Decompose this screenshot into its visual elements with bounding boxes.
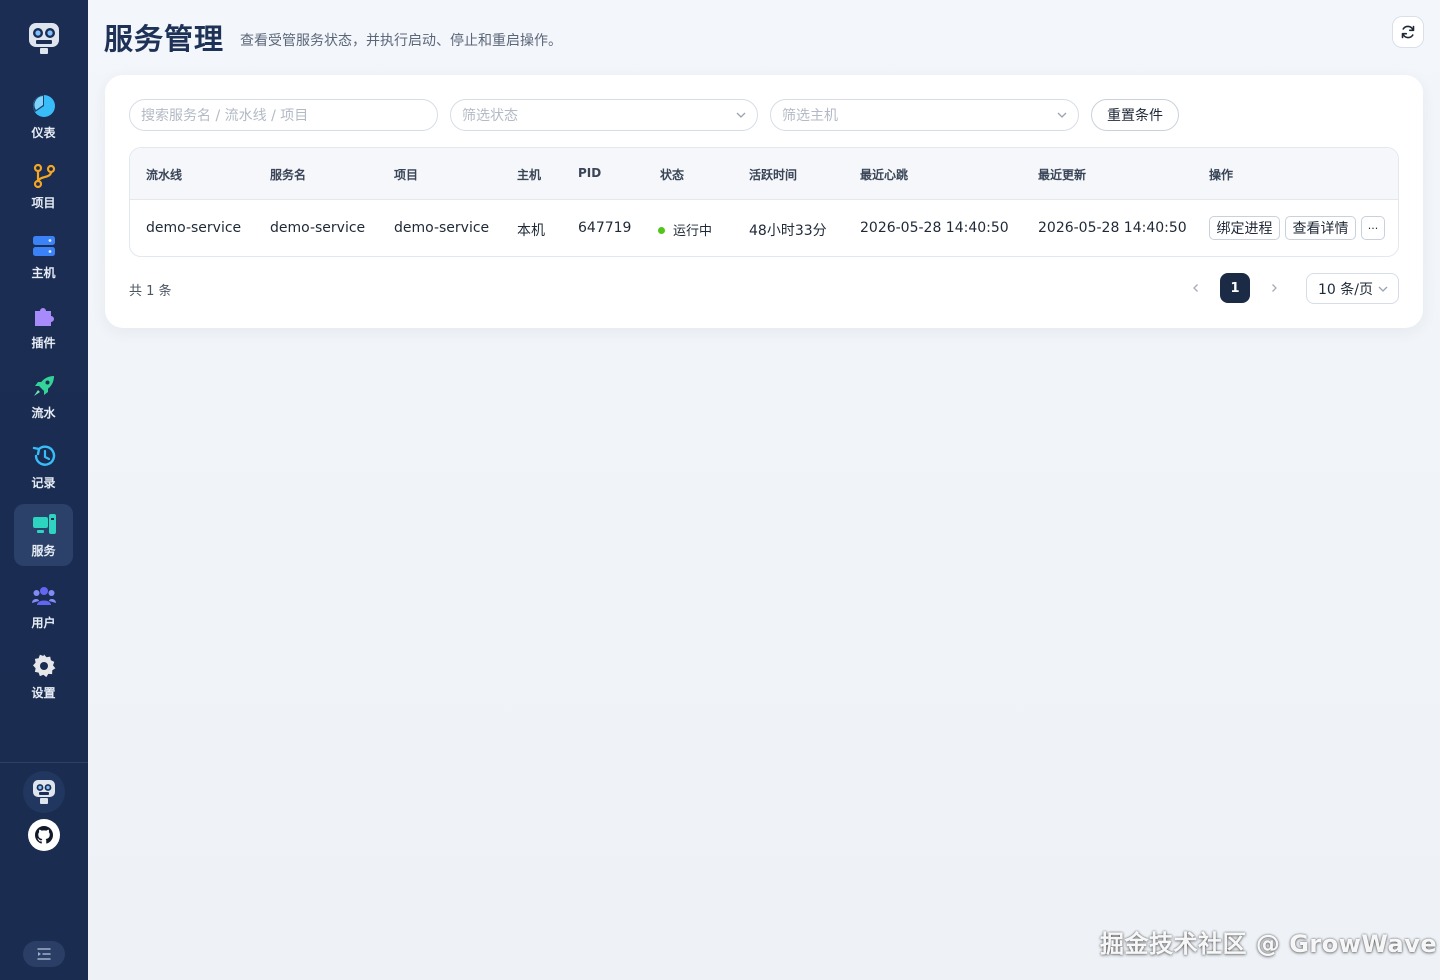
- app-logo[interactable]: [26, 20, 62, 56]
- page-size-select[interactable]: 10 条/页: [1306, 273, 1399, 304]
- column-header-status[interactable]: 状态: [660, 166, 684, 183]
- sidebar-item-hosts[interactable]: 主机: [14, 226, 73, 288]
- page-size-value: 10 条/页: [1318, 281, 1373, 298]
- sidebar-item-label: 服务: [31, 544, 56, 558]
- services-table: 流水线 服务名 项目 主机 PID 状态 活跃时间 最近心跳 最近更新 操作 d…: [129, 147, 1399, 257]
- sidebar-item-plugins[interactable]: 插件: [14, 296, 73, 358]
- avatar[interactable]: [23, 771, 65, 813]
- host-filter-placeholder: 筛选主机: [782, 108, 838, 124]
- total-count: 共 1 条: [129, 284, 172, 299]
- puzzle-icon: [34, 308, 54, 326]
- robot-avatar-icon: [33, 780, 55, 804]
- column-header-pid[interactable]: PID: [578, 166, 601, 180]
- sidebar-item-label: 用户: [31, 616, 56, 630]
- view-details-button[interactable]: 查看详情: [1285, 216, 1356, 240]
- cell-uptime: 48小时33分: [749, 223, 827, 239]
- table-header: 流水线 服务名 项目 主机 PID 状态 活跃时间 最近心跳 最近更新 操作: [130, 148, 1398, 200]
- refresh-icon: [1401, 25, 1415, 39]
- status-badge: 运行中: [658, 220, 712, 239]
- sidebar-item-settings[interactable]: 设置: [14, 646, 73, 708]
- column-header-uptime[interactable]: 活跃时间: [749, 166, 797, 183]
- chevron-down-icon: [1057, 112, 1067, 118]
- cell-heartbeat: 2026-05-28 14:40:50: [860, 220, 1009, 236]
- bind-process-button[interactable]: 绑定进程: [1209, 216, 1280, 240]
- gear-icon: [32, 654, 55, 678]
- reset-filters-button[interactable]: 重置条件: [1091, 99, 1179, 131]
- rocket-icon: [33, 376, 54, 396]
- page-subtitle: 查看受管服务状态，并执行启动、停止和重启操作。: [240, 33, 562, 49]
- service-icon: [32, 514, 56, 534]
- page-title: 服务管理: [104, 22, 225, 56]
- sidebar-item-label: 主机: [31, 266, 56, 280]
- sidebar-item-records[interactable]: 记录: [14, 436, 73, 498]
- cell-project: demo-service: [394, 220, 490, 236]
- search-input[interactable]: 搜索服务名 / 流水线 / 项目: [129, 99, 438, 131]
- users-icon: [31, 587, 56, 605]
- github-button[interactable]: [28, 819, 60, 851]
- history-icon: [32, 445, 55, 466]
- watermark: 掘金技术社区 @ GrowWave: [1100, 930, 1438, 958]
- chevron-down-icon: [1378, 286, 1388, 292]
- server-icon: [32, 236, 55, 256]
- chevron-down-icon: [736, 112, 746, 118]
- cell-pipeline: demo-service: [146, 220, 242, 236]
- sidebar-divider: [0, 762, 88, 763]
- status-filter-placeholder: 筛选状态: [462, 108, 518, 124]
- sidebar-item-label: 设置: [31, 686, 56, 700]
- column-header-service[interactable]: 服务名: [270, 166, 306, 183]
- services-card: 搜索服务名 / 流水线 / 项目 筛选状态 筛选主机 重置条件 流水线 服务名 …: [105, 75, 1423, 328]
- sidebar-item-projects[interactable]: 项目: [14, 156, 73, 218]
- cell-host: 本机: [517, 223, 545, 239]
- collapse-menu-icon: [37, 948, 51, 960]
- sidebar-item-dashboard[interactable]: 仪表: [14, 86, 73, 148]
- table-row[interactable]: demo-service demo-service demo-service 本…: [130, 200, 1398, 256]
- refresh-button[interactable]: [1392, 16, 1424, 48]
- column-header-actions: 操作: [1209, 168, 1234, 182]
- sidebar-item-label: 插件: [31, 336, 56, 350]
- sidebar-item-users[interactable]: 用户: [14, 576, 73, 638]
- sidebar-item-services[interactable]: 服务: [14, 504, 73, 566]
- status-dot-icon: [658, 226, 665, 234]
- chevron-right-icon: [1272, 284, 1277, 292]
- page-number-current[interactable]: 1: [1220, 273, 1250, 303]
- more-actions-button[interactable]: ···: [1361, 216, 1385, 240]
- column-header-project[interactable]: 项目: [394, 166, 418, 183]
- sidebar-item-label: 项目: [31, 196, 56, 210]
- pie-chart-icon: [32, 95, 55, 117]
- column-header-pipeline[interactable]: 流水线: [146, 166, 182, 183]
- search-placeholder: 搜索服务名 / 流水线 / 项目: [141, 108, 309, 124]
- git-branch-icon: [33, 163, 55, 189]
- next-page-button[interactable]: [1259, 273, 1289, 303]
- cell-updated: 2026-05-28 14:40:50: [1038, 220, 1187, 236]
- column-header-host[interactable]: 主机: [517, 166, 541, 183]
- cell-pid: 647719: [578, 220, 632, 236]
- status-filter-select[interactable]: 筛选状态: [450, 99, 758, 131]
- github-icon: [35, 826, 53, 844]
- cell-service: demo-service: [270, 220, 366, 236]
- sidebar: 仪表 项目 主机 插件 流水 记录 服务 用户 设置: [0, 0, 88, 980]
- column-header-heartbeat[interactable]: 最近心跳: [860, 166, 908, 183]
- chevron-left-icon: [1193, 284, 1198, 292]
- column-header-updated[interactable]: 最近更新: [1038, 166, 1086, 183]
- prev-page-button[interactable]: [1181, 273, 1211, 303]
- host-filter-select[interactable]: 筛选主机: [770, 99, 1079, 131]
- status-label: 运行中: [673, 224, 713, 239]
- sidebar-item-label: 记录: [31, 476, 56, 490]
- sidebar-item-label: 流水: [31, 406, 56, 420]
- sidebar-item-label: 仪表: [31, 126, 56, 140]
- sidebar-collapse-button[interactable]: [23, 941, 65, 967]
- sidebar-item-pipelines[interactable]: 流水: [14, 366, 73, 428]
